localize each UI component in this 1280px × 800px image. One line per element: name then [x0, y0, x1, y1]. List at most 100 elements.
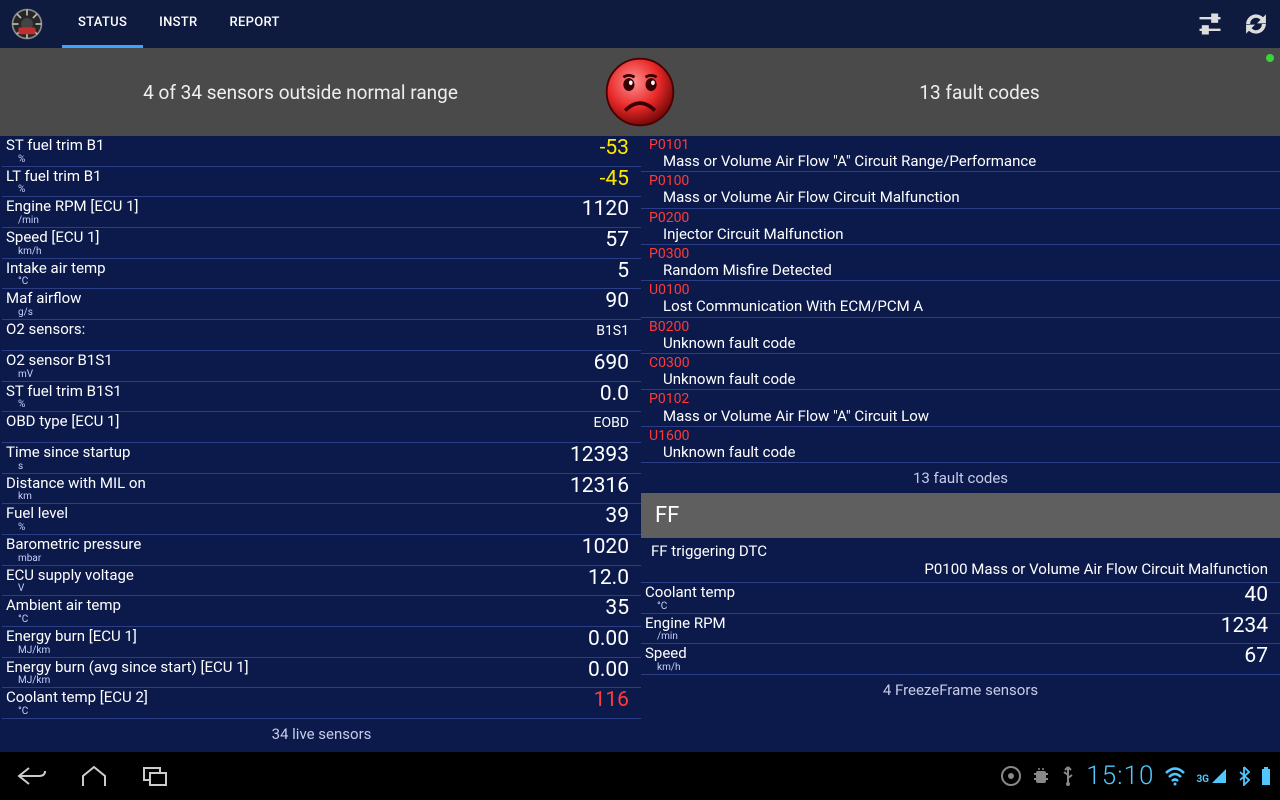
sensor-label: Intake air temp	[6, 260, 631, 278]
app-logo-icon	[10, 7, 44, 41]
sensor-label: Speed [ECU 1]	[6, 229, 631, 247]
fault-row[interactable]: P0102Mass or Volume Air Flow "A" Circuit…	[641, 390, 1280, 426]
sensor-label: LT fuel trim B1	[6, 168, 631, 186]
sensor-row[interactable]: Fuel level%39	[2, 504, 641, 535]
sensor-row[interactable]: ECU supply voltageV12.0	[2, 566, 641, 597]
sensor-label: Energy burn [ECU 1]	[6, 628, 631, 646]
sensor-unit: %	[18, 523, 631, 533]
fault-code: U0100	[649, 282, 1270, 298]
sensor-row[interactable]: ST fuel trim B1S1%0.0	[2, 382, 641, 413]
sensor-label: Distance with MIL on	[6, 475, 631, 493]
fault-row[interactable]: P0300Random Misfire Detected	[641, 245, 1280, 281]
sensor-row[interactable]: LT fuel trim B1%-45	[2, 167, 641, 198]
sensor-value: 116	[594, 688, 629, 712]
sensor-unit: °C	[657, 602, 1270, 612]
sensor-label: ECU supply voltage	[6, 567, 631, 585]
back-button[interactable]	[8, 756, 56, 796]
tab-status[interactable]: STATUS	[62, 0, 143, 48]
summary-faults-text: 13 fault codes	[679, 81, 1280, 104]
fault-code: C0300	[649, 355, 1270, 371]
ff-sensor-row[interactable]: Speedkm/h67	[641, 644, 1280, 675]
fault-code: B0200	[649, 319, 1270, 335]
connection-dot-icon	[1266, 54, 1274, 62]
ff-footer: 4 FreezeFrame sensors	[641, 675, 1280, 705]
freezeframe-header: FF	[641, 493, 1280, 538]
sensor-row[interactable]: Energy burn [ECU 1]MJ/km0.00	[2, 627, 641, 658]
sensor-row[interactable]: Intake air temp°C5	[2, 259, 641, 290]
sensor-row[interactable]: O2 sensors:B1S1	[2, 320, 641, 351]
sensor-value: -53	[600, 136, 629, 160]
sensor-value: 67	[1244, 644, 1268, 668]
recent-apps-button[interactable]	[132, 756, 180, 796]
fault-row[interactable]: C0300Unknown fault code	[641, 354, 1280, 390]
sensor-value: 35	[605, 596, 629, 620]
refresh-icon[interactable]	[1242, 10, 1270, 38]
ff-trigger-value: P0100 Mass or Volume Air Flow Circuit Ma…	[641, 560, 1280, 583]
sensor-value: 1234	[1221, 614, 1268, 638]
sensor-row[interactable]: ST fuel trim B1%-53	[2, 136, 641, 167]
bluetooth-icon	[1238, 766, 1250, 786]
fault-row[interactable]: P0100Mass or Volume Air Flow Circuit Mal…	[641, 172, 1280, 208]
sensor-row[interactable]: Speed [ECU 1]km/h57	[2, 228, 641, 259]
tab-group: STATUS INSTR REPORT	[62, 0, 296, 48]
sensor-row[interactable]: O2 sensor B1S1mV690	[2, 351, 641, 382]
sensor-value: 12316	[570, 474, 629, 498]
sensor-value: 90	[605, 289, 629, 313]
sensor-row[interactable]: OBD type [ECU 1]EOBD	[2, 412, 641, 443]
sensor-unit: /min	[657, 632, 1270, 642]
sensor-unit: MJ/km	[18, 646, 631, 656]
tab-report[interactable]: REPORT	[214, 0, 296, 48]
tab-instr[interactable]: INSTR	[143, 0, 213, 48]
sensor-unit: %	[18, 185, 631, 195]
faults-column[interactable]: P0101Mass or Volume Air Flow "A" Circuit…	[641, 136, 1280, 741]
faults-footer: 13 fault codes	[641, 463, 1280, 493]
sensor-label: Engine RPM [ECU 1]	[6, 198, 631, 216]
top-bar: STATUS INSTR REPORT	[0, 0, 1280, 48]
sensor-label: O2 sensor B1S1	[6, 352, 631, 370]
fault-row[interactable]: P0101Mass or Volume Air Flow "A" Circuit…	[641, 136, 1280, 172]
sensor-row[interactable]: Coolant temp [ECU 2]°C116	[2, 688, 641, 719]
fault-desc: Mass or Volume Air Flow "A" Circuit Rang…	[663, 153, 1270, 170]
sensor-unit: km/h	[657, 663, 1270, 673]
fault-code: P0200	[649, 210, 1270, 226]
sensor-label: Engine RPM	[645, 615, 1270, 633]
sensor-row[interactable]: Time since startups12393	[2, 443, 641, 474]
wifi-icon	[1164, 766, 1186, 786]
sensor-row[interactable]: Distance with MIL onkm12316	[2, 474, 641, 505]
sensor-unit: V	[18, 584, 631, 594]
sensor-unit: km/h	[18, 247, 631, 257]
wheel-notif-icon	[1000, 765, 1022, 787]
sensor-label: ST fuel trim B1	[6, 137, 631, 155]
fault-row[interactable]: U1600Unknown fault code	[641, 427, 1280, 463]
sensor-value: 1020	[582, 535, 629, 559]
summary-sensors-text: 4 of 34 sensors outside normal range	[0, 81, 601, 104]
sensor-value: 57	[605, 228, 629, 252]
android-navbar: 15:10 3G	[0, 752, 1280, 800]
clock: 15:10	[1086, 761, 1154, 791]
sensor-value: 690	[594, 351, 629, 375]
home-button[interactable]	[70, 756, 118, 796]
sensor-value: 5	[617, 259, 629, 283]
sensor-row[interactable]: Engine RPM [ECU 1]/min1120	[2, 197, 641, 228]
sensor-value: 0.00	[588, 658, 629, 682]
sensor-label: OBD type [ECU 1]	[6, 413, 631, 431]
sensor-value: 0.00	[588, 627, 629, 651]
fault-row[interactable]: B0200Unknown fault code	[641, 318, 1280, 354]
sensor-unit: °C	[18, 707, 631, 717]
sensor-row[interactable]: Energy burn (avg since start) [ECU 1]MJ/…	[2, 658, 641, 689]
ff-sensor-row[interactable]: Coolant temp°C40	[641, 583, 1280, 614]
sensors-column[interactable]: ST fuel trim B1%-53LT fuel trim B1%-45En…	[0, 136, 641, 741]
fault-row[interactable]: P0200Injector Circuit Malfunction	[641, 209, 1280, 245]
sensor-label: Time since startup	[6, 444, 631, 462]
sensor-row[interactable]: Barometric pressurembar1020	[2, 535, 641, 566]
sensors-footer: 34 live sensors	[2, 719, 641, 741]
sensor-row[interactable]: Maf airflowg/s90	[2, 289, 641, 320]
settings-sliders-icon[interactable]	[1196, 10, 1224, 38]
ff-sensor-row[interactable]: Engine RPM/min1234	[641, 614, 1280, 645]
sensor-value: 0.0	[600, 382, 629, 406]
sensor-value: B1S1	[596, 323, 629, 339]
sensor-row[interactable]: Ambient air temp°C35	[2, 596, 641, 627]
fault-code: P0102	[649, 391, 1270, 407]
ff-trigger-label: FF triggering DTC	[641, 538, 1280, 560]
fault-row[interactable]: U0100Lost Communication With ECM/PCM A	[641, 281, 1280, 317]
